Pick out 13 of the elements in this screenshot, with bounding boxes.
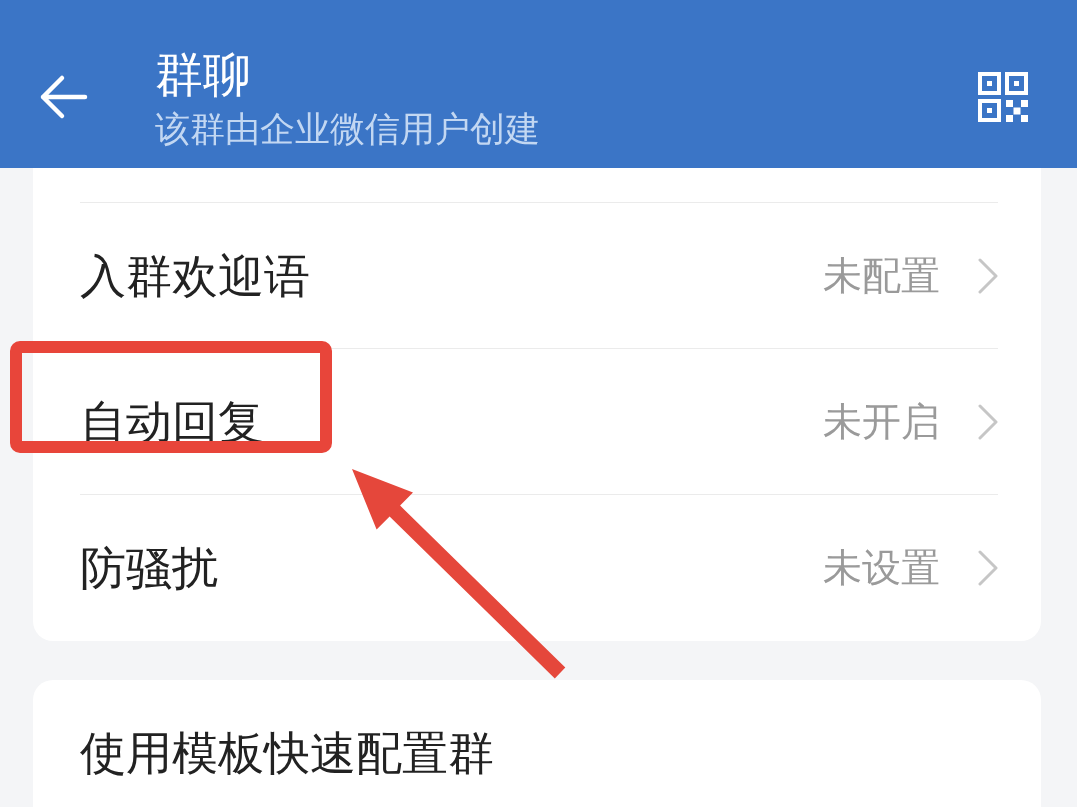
action-label[interactable]: 使用模板快速配置群 — [80, 725, 494, 781]
chevron-icon — [978, 257, 998, 294]
qr-code-button[interactable] — [978, 72, 1028, 122]
qr-code-icon — [978, 72, 1028, 122]
chevron-icon — [978, 549, 998, 586]
chat-subtitle: 该群由企业微信用户创建 — [155, 108, 540, 151]
setting-label[interactable]: 防骚扰 — [80, 539, 218, 596]
setting-value: 未设置 — [823, 543, 940, 592]
chevron-icon — [978, 403, 998, 440]
setting-label[interactable]: 入群欢迎语 — [80, 247, 310, 304]
setting-value: 未开启 — [823, 397, 940, 446]
setting-value: 未配置 — [823, 251, 940, 300]
chat-title: 群聊 — [155, 45, 251, 104]
